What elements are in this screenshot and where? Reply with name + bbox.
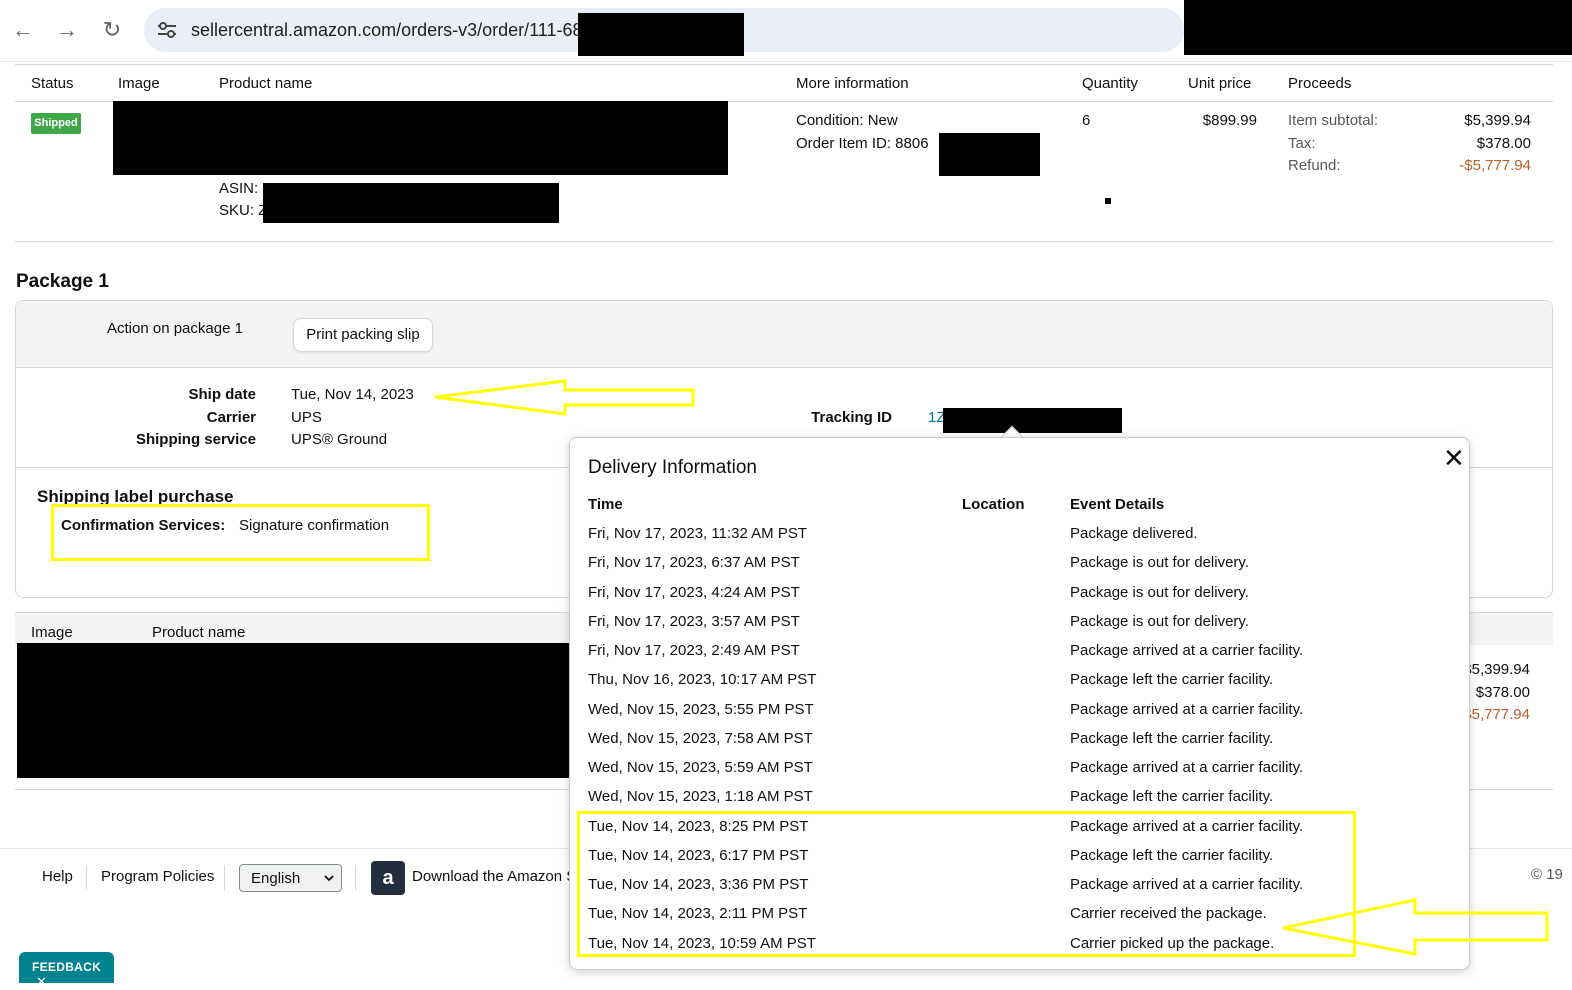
event-detail: Package arrived at a carrier facility.: [1070, 700, 1304, 718]
event-time: Thu, Nov 16, 2023, 10:17 AM PST: [588, 671, 817, 689]
event-time: Fri, Nov 17, 2023, 3:57 AM PST: [588, 612, 800, 630]
footer-separator: [224, 865, 225, 891]
event-detail: Package delivered.: [1070, 525, 1198, 542]
carrier-value: UPS: [291, 409, 322, 426]
event-detail: Package left the carrier facility.: [1070, 788, 1274, 806]
redaction: [113, 101, 728, 175]
refund-value: -$5,777.94: [1459, 157, 1531, 174]
status-badge: Shipped: [31, 113, 81, 134]
item-subtotal-label: Item subtotal:: [1288, 112, 1379, 129]
refund-label: Refund:: [1288, 157, 1341, 174]
package-action-bar: Action on package 1 Print packing slip: [16, 301, 1552, 368]
event-time: Wed, Nov 15, 2023, 1:18 AM PST: [588, 788, 813, 806]
col-header-location: Location: [962, 496, 1025, 513]
language-select[interactable]: English: [239, 864, 342, 892]
col-header-product-name-2: Product name: [152, 624, 246, 641]
event-time: Wed, Nov 15, 2023, 7:58 AM PST: [588, 729, 813, 747]
copyright-text: © 19: [1531, 866, 1563, 883]
popover-title: Delivery Information: [588, 457, 757, 478]
download-app-link[interactable]: Download the Amazon S: [412, 868, 576, 885]
event-time: Fri, Nov 17, 2023, 11:32 AM PST: [588, 525, 807, 542]
help-link[interactable]: Help: [42, 868, 73, 885]
event-time: Wed, Nov 15, 2023, 5:55 PM PST: [588, 700, 814, 718]
unit-price-value: $899.99: [1202, 112, 1257, 129]
tax-value: $378.00: [1476, 135, 1531, 152]
col-header-proceeds: Proceeds: [1288, 75, 1352, 92]
redaction: [578, 13, 744, 56]
event-detail: Package left the carrier facility.: [1070, 729, 1274, 747]
back-arrow-icon[interactable]: ←: [9, 16, 37, 44]
annotation-box-events: [577, 811, 1356, 957]
event-detail: Package arrived at a carrier facility.: [1070, 759, 1304, 776]
ship-date-label: Ship date: [188, 386, 256, 403]
col-header-time: Time: [588, 496, 623, 513]
close-icon[interactable]: ✕: [36, 974, 47, 989]
col-header-unit-price: Unit price: [1188, 75, 1252, 92]
quantity-value: 6: [1082, 112, 1091, 129]
redaction: [939, 133, 1040, 176]
carrier-label: Carrier: [206, 409, 256, 426]
chevron-down-icon: [324, 875, 334, 882]
col-header-status: Status: [31, 75, 74, 92]
order-item-id: Order Item ID: 8806: [796, 135, 929, 152]
col-header-event-details: Event Details: [1070, 496, 1165, 513]
event-time: Wed, Nov 15, 2023, 5:59 AM PST: [588, 759, 813, 776]
annotation-box-confirmation: [51, 504, 430, 561]
event-time: Fri, Nov 17, 2023, 4:24 AM PST: [588, 583, 800, 601]
col-header-quantity: Quantity: [1082, 75, 1138, 92]
redaction: [17, 643, 579, 778]
col-header-product-name: Product name: [219, 75, 313, 92]
redaction: [943, 408, 1122, 433]
col-header-image-2: Image: [31, 624, 73, 641]
package-title: Package 1: [16, 271, 109, 292]
event-detail: Package is out for delivery.: [1070, 583, 1249, 601]
redaction: [263, 183, 559, 223]
feedback-label: FEEDBACK: [32, 960, 102, 974]
print-packing-slip-button[interactable]: Print packing slip: [293, 318, 433, 352]
item-subtotal-value: $5,399.94: [1464, 112, 1531, 129]
feedback-tab[interactable]: FEEDBACK ✕: [19, 952, 114, 989]
table-bottom-border: [15, 241, 1553, 242]
event-time: Fri, Nov 17, 2023, 6:37 AM PST: [588, 554, 800, 572]
event-time: Fri, Nov 17, 2023, 2:49 AM PST: [588, 642, 800, 659]
redaction: [1105, 198, 1111, 204]
program-policies-link[interactable]: Program Policies: [101, 868, 214, 885]
footer-separator: [355, 865, 356, 891]
footer-separator: [86, 865, 87, 891]
amazon-app-icon[interactable]: a: [371, 861, 405, 895]
event-detail: Package arrived at a carrier facility.: [1070, 642, 1304, 659]
reload-icon[interactable]: ↻: [98, 16, 126, 44]
condition-text: Condition: New: [796, 112, 898, 129]
asin-label: ASIN:: [219, 180, 259, 197]
shipping-service-label: Shipping service: [135, 431, 256, 448]
redaction: [1184, 0, 1572, 55]
event-detail: Package is out for delivery.: [1070, 554, 1249, 572]
col-header-more-information: More information: [796, 75, 909, 92]
forward-arrow-icon[interactable]: →: [53, 16, 81, 44]
col-header-image: Image: [118, 75, 160, 92]
event-detail: Package is out for delivery.: [1070, 612, 1249, 630]
action-on-package-label: Action on package 1: [107, 320, 243, 337]
table-top-border: [15, 64, 1553, 65]
tax-label: Tax:: [1288, 135, 1316, 152]
sku-label: SKU: Z: [219, 202, 268, 219]
url-text: sellercentral.amazon.com/orders-v3/order…: [191, 20, 583, 40]
event-detail: Package left the carrier facility.: [1070, 671, 1274, 689]
language-selected: English: [251, 870, 301, 887]
site-info-icon[interactable]: [156, 20, 178, 40]
ship-date-value: Tue, Nov 14, 2023: [291, 386, 414, 403]
shipping-service-value: UPS® Ground: [291, 431, 388, 448]
tracking-id-label: Tracking ID: [811, 409, 892, 426]
close-icon[interactable]: ✕: [1443, 445, 1465, 471]
